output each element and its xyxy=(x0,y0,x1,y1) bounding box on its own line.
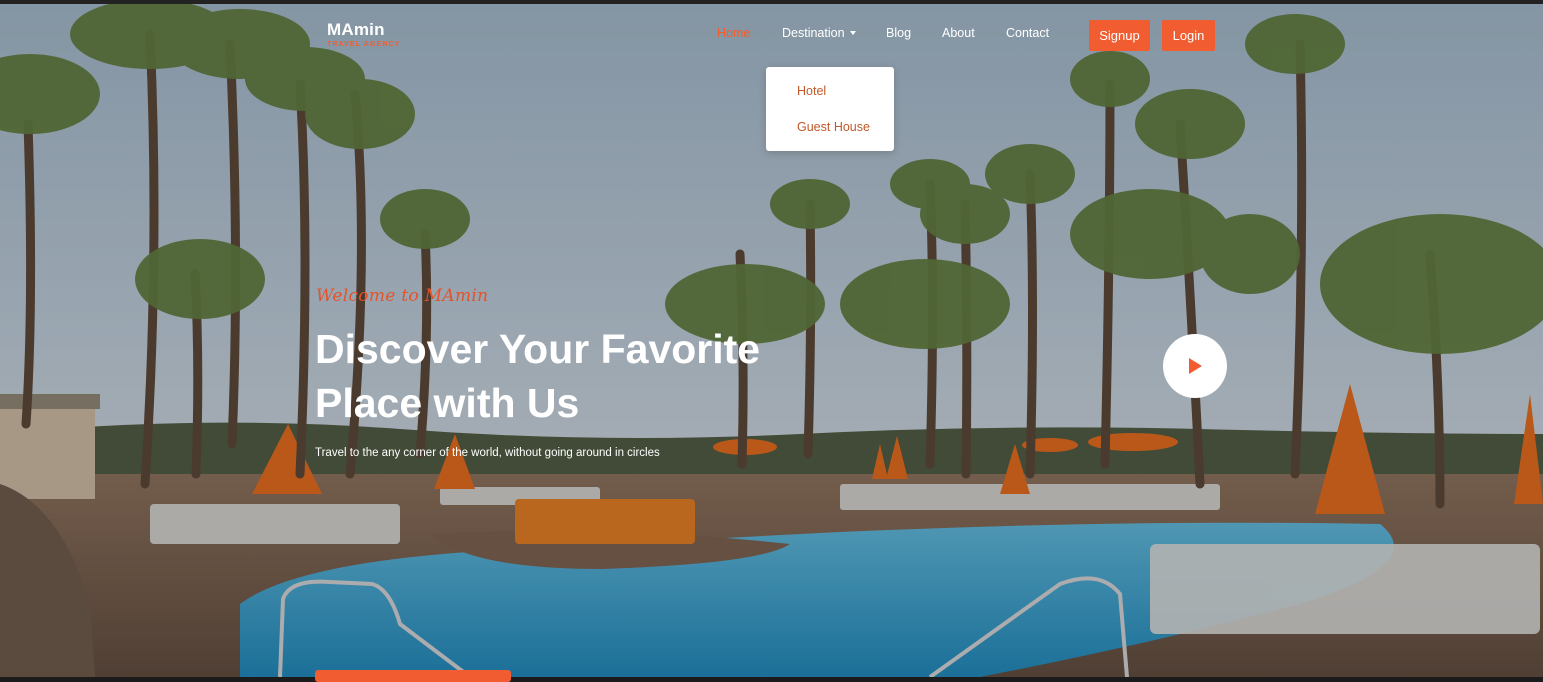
hero-headline-line-1: Discover Your Favorite xyxy=(315,326,761,372)
play-video-button[interactable] xyxy=(1163,334,1227,398)
caret-down-icon xyxy=(849,31,856,35)
brand-name: MAmin xyxy=(327,20,385,39)
signup-button[interactable]: Signup xyxy=(1089,20,1150,51)
play-icon xyxy=(1189,358,1202,374)
hero-headline: Discover Your Favorite Place with Us xyxy=(315,322,835,430)
dropdown-item-guest-house[interactable]: Guest House xyxy=(797,120,870,134)
nav-item-destination-label: Destination xyxy=(782,26,845,40)
nav-item-destination[interactable]: Destination xyxy=(782,26,856,40)
browser-top-edge xyxy=(0,0,1543,4)
login-button[interactable]: Login xyxy=(1162,20,1215,51)
dropdown-item-hotel[interactable]: Hotel xyxy=(797,84,826,98)
destination-dropdown-menu: Hotel Guest House xyxy=(766,67,894,151)
hero-subtitle: Travel to the any corner of the world, w… xyxy=(315,447,660,459)
hero-headline-line-2: Place with Us xyxy=(315,380,580,426)
nav-item-blog[interactable]: Blog xyxy=(886,26,911,40)
hero-cta-button[interactable] xyxy=(315,670,511,682)
nav-item-home[interactable]: Home xyxy=(717,26,750,40)
hero-welcome-text: Welcome to MAmin xyxy=(316,286,489,306)
brand-logo[interactable]: MAmin TRAVEL AGENCY xyxy=(327,20,401,49)
nav-item-contact[interactable]: Contact xyxy=(1006,26,1049,40)
nav-item-about[interactable]: About xyxy=(942,26,975,40)
brand-tagline: TRAVEL AGENCY xyxy=(327,41,401,48)
